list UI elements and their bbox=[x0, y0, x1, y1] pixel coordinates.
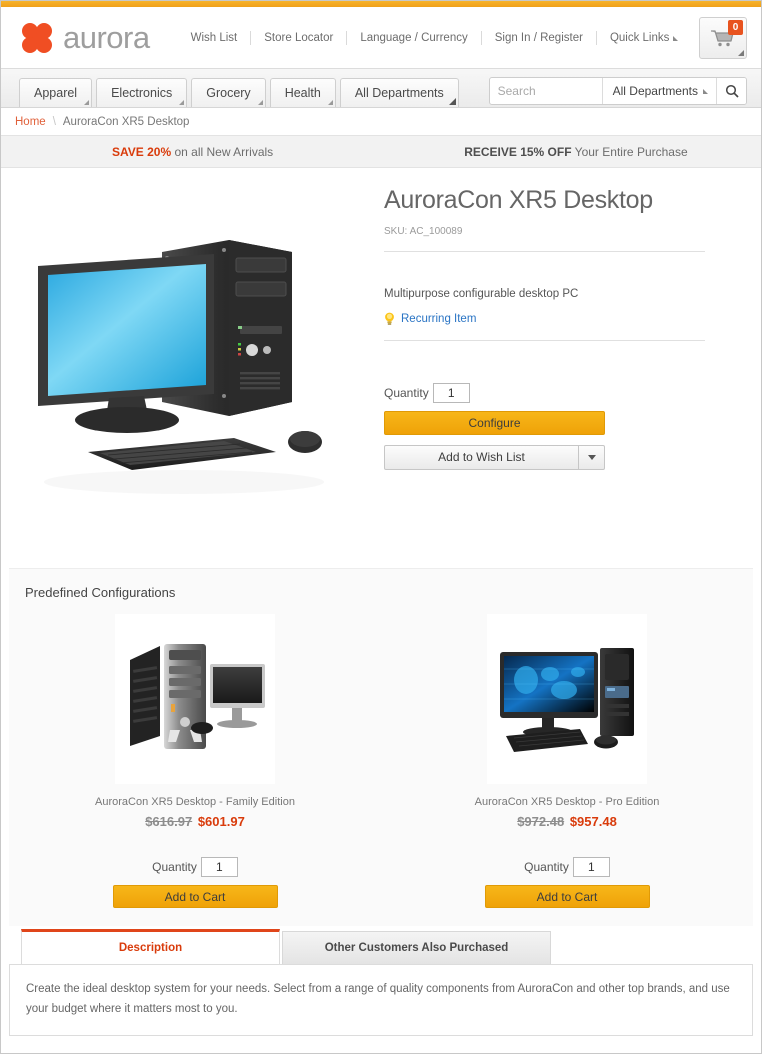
product-gallery[interactable] bbox=[1, 182, 376, 568]
cart-count-badge: 0 bbox=[728, 19, 743, 35]
breadcrumb-home[interactable]: Home bbox=[15, 116, 46, 128]
logo-text: aurora bbox=[63, 20, 150, 55]
nav-tab-label: All Departments bbox=[354, 86, 444, 100]
breadcrumb-separator: \ bbox=[52, 115, 56, 128]
utility-nav: Wish List Store Locator Language / Curre… bbox=[178, 30, 693, 45]
nav-tab-grocery[interactable]: Grocery bbox=[191, 78, 266, 107]
section-title: Predefined Configurations bbox=[25, 585, 176, 600]
product-short-description: Multipurpose configurable desktop PC bbox=[384, 287, 579, 300]
nav-tab-apparel[interactable]: Apparel bbox=[19, 78, 93, 107]
add-to-cart-button[interactable]: Add to Cart bbox=[112, 885, 278, 908]
price-original: $616.97 bbox=[145, 814, 193, 829]
nav-tab-label: Apparel bbox=[34, 86, 78, 100]
resize-corner-icon bbox=[257, 100, 263, 105]
promo-message-left: SAVE 20% on all New Arrivals bbox=[112, 145, 273, 159]
divider bbox=[384, 339, 705, 341]
nav-tab-label: Grocery bbox=[206, 86, 251, 100]
recurring-item-link[interactable]: Recurring Item bbox=[384, 312, 705, 326]
site-header: aurora Wish List Store Locator Language … bbox=[1, 7, 761, 69]
price-original: $972.48 bbox=[517, 814, 565, 829]
configuration-list: AuroraCon XR5 Desktop - Family Edition $… bbox=[9, 614, 753, 908]
chevron-down-icon bbox=[587, 454, 596, 460]
nav-link-language-currency[interactable]: Language / Currency bbox=[347, 32, 480, 44]
nav-tab-label: Electronics bbox=[111, 86, 173, 100]
tab-panel-description: Create the ideal desktop system for your… bbox=[9, 964, 753, 1037]
resize-corner-icon bbox=[327, 100, 333, 105]
config-quantity-row: Quantity bbox=[524, 857, 610, 877]
tab-description[interactable]: Description bbox=[21, 929, 280, 964]
search-icon bbox=[725, 84, 739, 98]
config-price: $616.97 $601.97 bbox=[145, 814, 245, 829]
site-logo[interactable]: aurora bbox=[19, 22, 150, 54]
search-department-selector[interactable]: All Departments bbox=[601, 78, 716, 104]
add-to-cart-button[interactable]: Add to Cart bbox=[484, 885, 650, 908]
nav-tab-electronics[interactable]: Electronics bbox=[96, 78, 188, 107]
quantity-input[interactable] bbox=[432, 382, 470, 403]
breadcrumb: Home \ AuroraCon XR5 Desktop bbox=[1, 108, 761, 135]
quick-links-label: Quick Links bbox=[609, 31, 670, 44]
product-info-tabs: Description Other Customers Also Purchas… bbox=[9, 926, 753, 964]
wishlist-button-group: Add to Wish List bbox=[384, 444, 605, 470]
predefined-configurations-section: Predefined Configurations AuroraCon XR5 … bbox=[9, 568, 753, 926]
tab-other-customers-also-purchased[interactable]: Other Customers Also Purchased bbox=[282, 931, 551, 964]
recurring-item-label: Recurring Item bbox=[401, 312, 477, 325]
desktop-computer-image bbox=[37, 240, 324, 494]
resize-corner-icon bbox=[738, 49, 744, 56]
promo-message-right: RECEIVE 15% OFF Your Entire Purchase bbox=[464, 145, 687, 159]
quantity-row: Quantity bbox=[384, 382, 705, 403]
search-button[interactable] bbox=[716, 78, 746, 104]
resize-corner-icon bbox=[448, 98, 456, 105]
wishlist-dropdown-button[interactable] bbox=[579, 444, 605, 470]
add-to-wish-list-button[interactable]: Add to Wish List bbox=[384, 444, 579, 470]
quantity-label: Quantity bbox=[152, 860, 197, 874]
promo-right-highlight: RECEIVE 15% OFF bbox=[464, 144, 572, 159]
config-price: $972.48 $957.48 bbox=[517, 814, 617, 829]
config-name: AuroraCon XR5 Desktop - Family Edition bbox=[95, 796, 295, 808]
page-title: AuroraCon XR5 Desktop bbox=[384, 186, 653, 214]
quantity-input[interactable] bbox=[572, 857, 610, 877]
product-sku: SKU: AC_100089 bbox=[384, 225, 463, 237]
quantity-label: Quantity bbox=[524, 860, 569, 874]
price-sale: $957.48 bbox=[569, 814, 617, 829]
pro-edition-computer-image bbox=[500, 648, 634, 752]
quantity-input[interactable] bbox=[200, 857, 238, 877]
config-image-wrapper[interactable] bbox=[487, 614, 647, 784]
promo-left-highlight: SAVE 20% bbox=[112, 144, 172, 159]
breadcrumb-current: AuroraCon XR5 Desktop bbox=[62, 115, 190, 128]
product-detail-panel: AuroraCon XR5 Desktop SKU: AC_100089 Mul… bbox=[376, 182, 761, 568]
nav-link-wish-list[interactable]: Wish List bbox=[178, 32, 251, 44]
nav-link-quick-links[interactable]: Quick Links bbox=[597, 32, 691, 44]
price-sale: $601.97 bbox=[197, 814, 245, 829]
nav-tab-health[interactable]: Health bbox=[269, 78, 336, 107]
promo-left-rest: on all New Arrivals bbox=[171, 144, 274, 159]
config-name: AuroraCon XR5 Desktop - Pro Edition bbox=[474, 796, 660, 808]
main-navigation: Apparel Electronics Grocery Health All D… bbox=[1, 69, 761, 108]
config-image-wrapper[interactable] bbox=[115, 614, 275, 784]
chevron-down-icon bbox=[703, 89, 708, 94]
divider bbox=[384, 250, 705, 252]
clover-icon bbox=[22, 22, 52, 53]
chevron-down-icon bbox=[673, 35, 679, 41]
cart-button[interactable]: 0 bbox=[699, 16, 747, 59]
resize-corner-icon bbox=[84, 100, 90, 105]
search-department-label: All Departments bbox=[612, 84, 698, 98]
promotion-bar: SAVE 20% on all New Arrivals RECEIVE 15%… bbox=[1, 135, 761, 168]
nav-tab-all-departments[interactable]: All Departments bbox=[339, 78, 459, 107]
lightbulb-icon bbox=[385, 312, 394, 325]
nav-tab-label: Health bbox=[284, 86, 321, 100]
search-bar: All Departments bbox=[488, 77, 747, 105]
configure-button[interactable]: Configure bbox=[384, 410, 605, 435]
family-edition-computer-image bbox=[130, 644, 265, 749]
promo-right-rest: Your Entire Purchase bbox=[571, 144, 688, 159]
quantity-label: Quantity bbox=[384, 385, 429, 400]
config-quantity-row: Quantity bbox=[152, 857, 238, 877]
config-card-pro-edition: AuroraCon XR5 Desktop - Pro Edition $972… bbox=[381, 614, 753, 908]
product-detail-page: aurora Wish List Store Locator Language … bbox=[0, 0, 762, 1054]
product-main-section: AuroraCon XR5 Desktop SKU: AC_100089 Mul… bbox=[1, 168, 761, 568]
config-card-family-edition: AuroraCon XR5 Desktop - Family Edition $… bbox=[9, 614, 381, 908]
nav-link-sign-in-register[interactable]: Sign In / Register bbox=[482, 32, 596, 44]
resize-corner-icon bbox=[179, 100, 185, 105]
nav-link-store-locator[interactable]: Store Locator bbox=[251, 32, 346, 44]
search-input[interactable] bbox=[489, 78, 602, 104]
